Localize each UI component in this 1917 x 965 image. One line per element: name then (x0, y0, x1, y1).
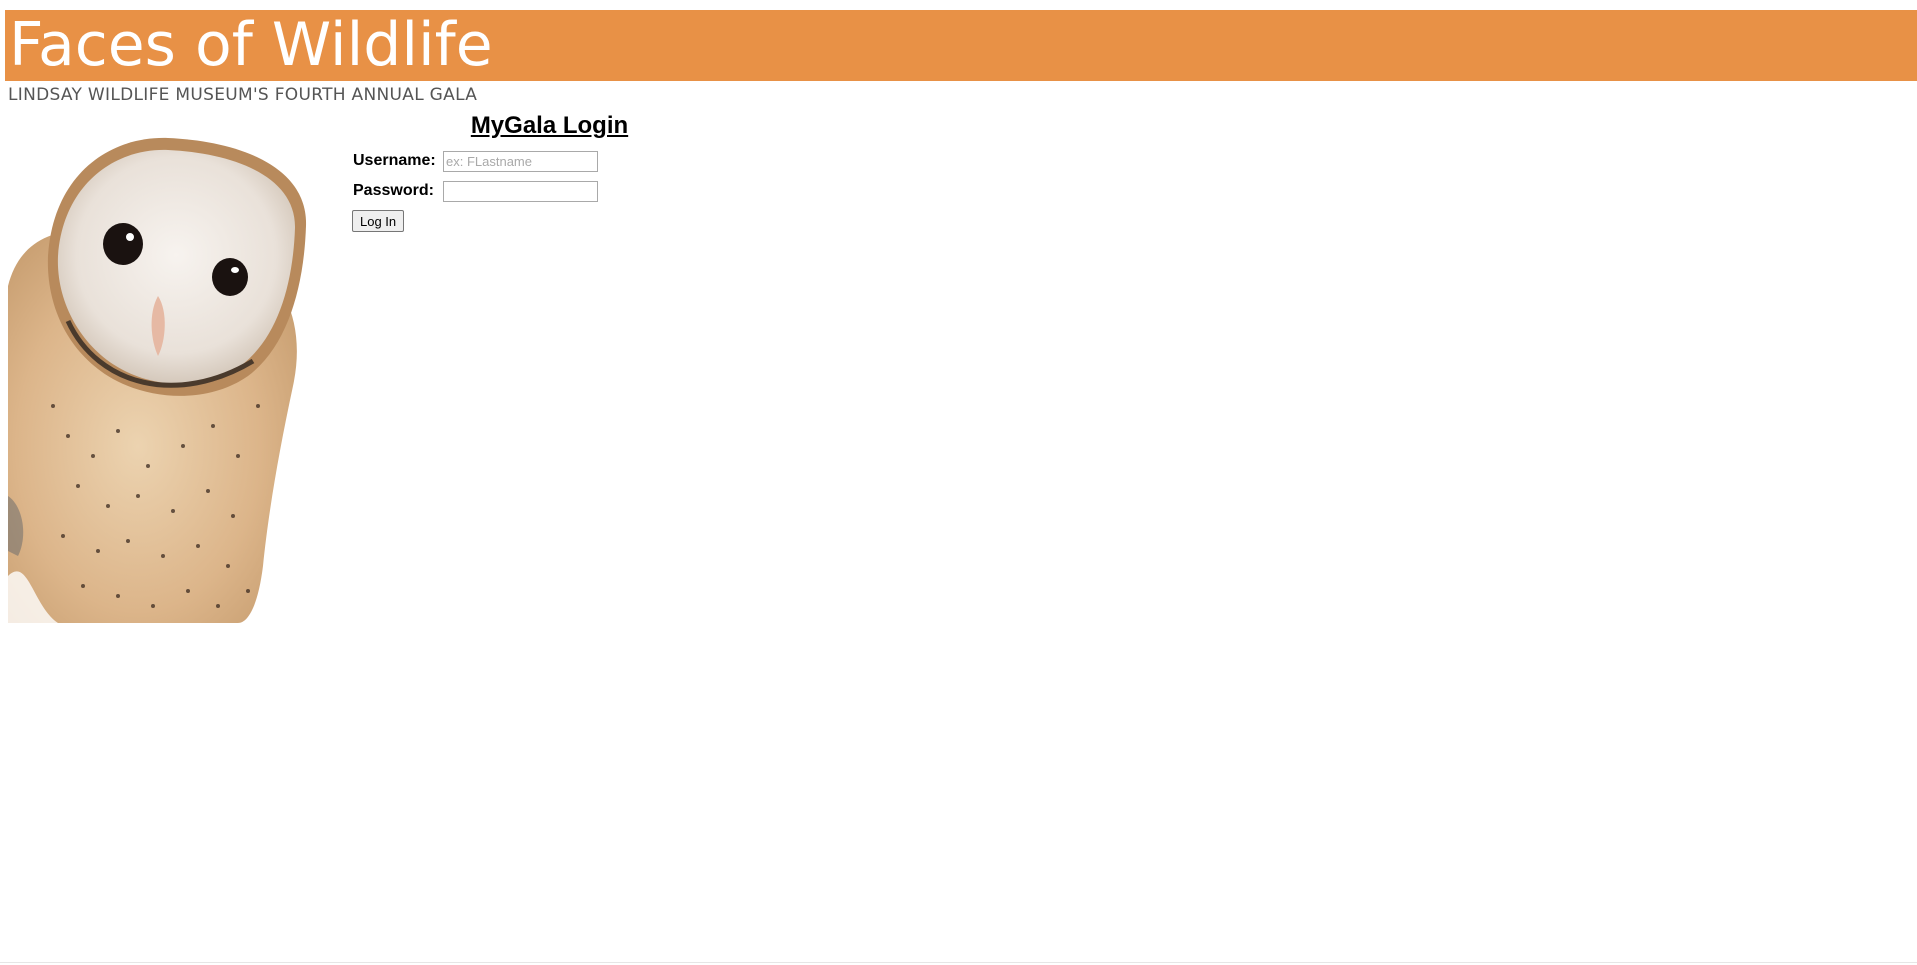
login-button[interactable]: Log In (352, 210, 405, 232)
login-heading: MyGala Login (470, 112, 629, 139)
site-subtitle: LINDSAY WILDLIFE MUSEUM'S FOURTH ANNUAL … (8, 85, 478, 105)
username-label: Username: (353, 152, 436, 169)
bottom-divider (0, 962, 1917, 963)
password-label: Password: (353, 182, 434, 199)
username-row: Username: (352, 146, 598, 176)
password-row: Password: (352, 176, 598, 206)
header-banner: Faces of Wildlife (5, 10, 1917, 81)
barn-owl-image (8, 137, 307, 623)
page: Faces of Wildlife LINDSAY WILDLIFE MUSEU… (0, 0, 1917, 965)
password-input[interactable] (443, 180, 598, 202)
login-form: Username: Password: Log In (352, 146, 598, 232)
site-title: Faces of Wildlife (9, 10, 493, 80)
username-input[interactable] (443, 150, 598, 172)
